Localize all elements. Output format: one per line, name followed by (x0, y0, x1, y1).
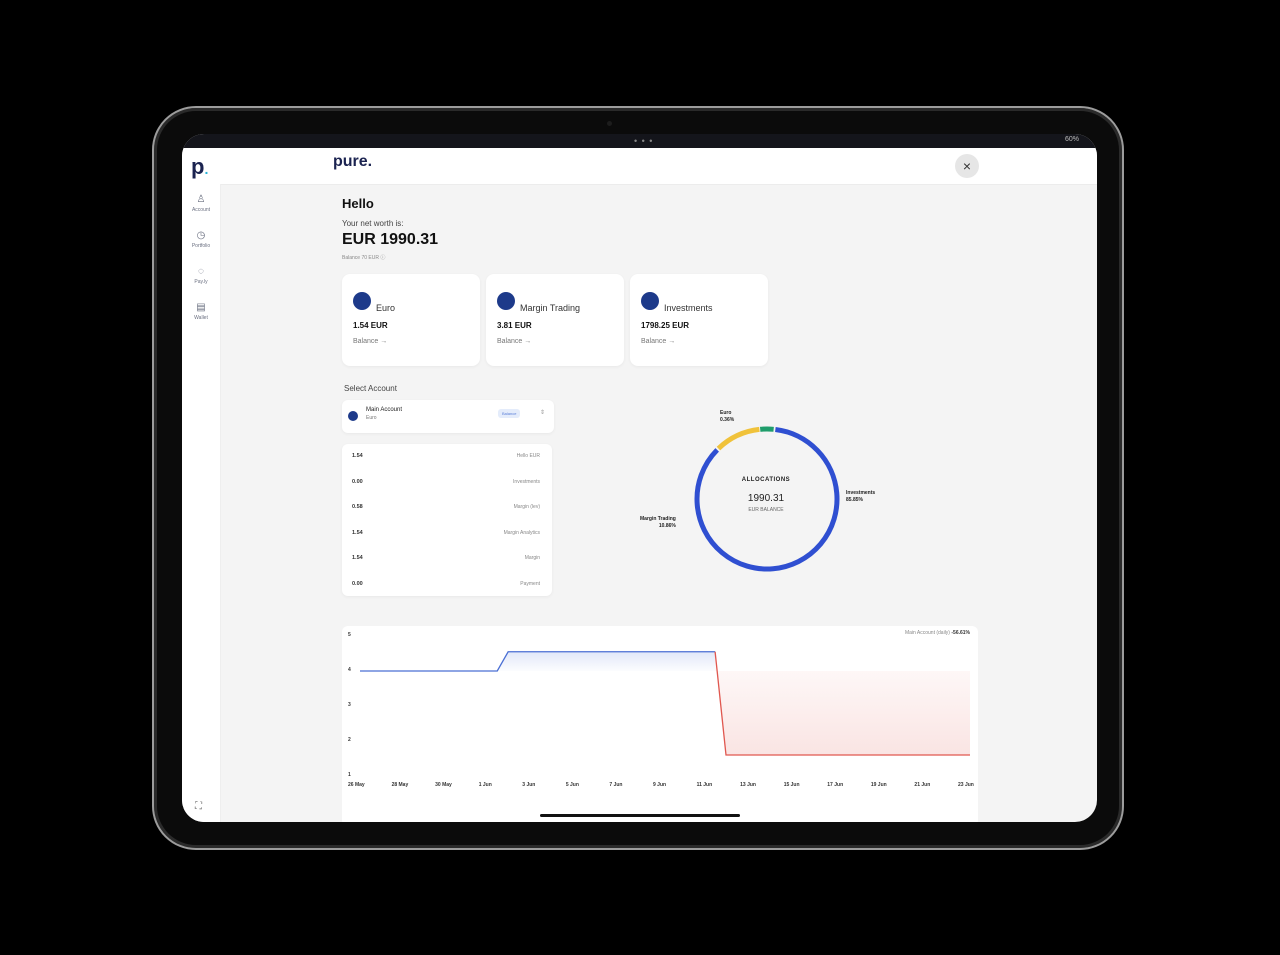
performance-chart: Main Account (daily) -56.61% 54321 26 Ma… (342, 626, 978, 822)
donut-label-euro: Euro 0.36% (720, 410, 734, 424)
chevron-updown-icon: ⇕ (540, 410, 546, 416)
card-title: Investments (664, 303, 713, 313)
list-item-label: Hello EUR (516, 453, 540, 459)
brand-dot: . (204, 161, 209, 177)
sidebar-item-portfolio[interactable]: ◷ Portfolio (182, 230, 220, 249)
home-indicator[interactable] (540, 814, 740, 817)
brand-letter: p (191, 154, 205, 179)
net-worth-label: Your net worth is: (342, 219, 404, 228)
card-amount: 3.81 EUR (497, 321, 532, 330)
list-item-label: Margin (524, 555, 540, 561)
sidebar-item-account[interactable]: ♙ Account (182, 194, 220, 213)
list-item-value: 1.54 (352, 453, 363, 459)
eu-flag-icon (348, 411, 358, 421)
list-item-label: Margin (lev) (513, 504, 540, 510)
eu-flag-icon (353, 292, 371, 310)
loss-area (715, 651, 970, 755)
donut-title: ALLOCATIONS (741, 477, 791, 483)
account-card-investments[interactable]: Investments 1798.25 EUR Balance → (630, 274, 768, 366)
sidebar: ♙ Account ◷ Portfolio ◌ Pay.ly ▤ Wallet … (182, 184, 221, 822)
list-item: 1.54 Hello EUR (342, 453, 552, 478)
account-dropdown[interactable]: Main Account Euro Balance ⇕ (342, 400, 554, 433)
list-item-value: 1.54 (352, 555, 363, 561)
card-amount: 1798.25 EUR (641, 321, 690, 330)
list-item-label: Margin Analytics (503, 530, 540, 536)
sidebar-item-label: Wallet (194, 315, 208, 321)
segment-pct: 0.36% (720, 417, 735, 423)
close-button[interactable]: × (955, 154, 979, 178)
sidebar-item-label: Pay.ly (194, 279, 208, 285)
eu-flag-icon (497, 292, 515, 310)
expand-icon[interactable]: ⛶ (195, 801, 202, 812)
list-item: 1.54 Margin (342, 555, 552, 580)
greeting: Hello (342, 196, 374, 211)
multitask-dots[interactable]: • • • (634, 136, 653, 146)
segment-pct: 10.86% (658, 523, 676, 529)
list-item: 0.58 Margin (lev) (342, 504, 552, 529)
list-item: 1.54 Margin Analytics (342, 530, 552, 555)
donut-subtitle: EUR BALANCE (748, 507, 784, 513)
account-card-margin-trading[interactable]: Margin Trading 3.81 EUR Balance → (486, 274, 624, 366)
segment-pct: 85.85% (846, 497, 863, 503)
wallet-icon: ▤ (196, 302, 206, 313)
user-icon: ♙ (196, 194, 206, 205)
portfolio-icon: ◷ (196, 230, 206, 241)
balance-link[interactable]: Balance → (641, 338, 675, 345)
account-currency: Euro (366, 415, 377, 421)
account-name: Main Account (366, 407, 403, 413)
balance-note: Balance 70 EUR ⓘ (342, 254, 385, 261)
card-title: Euro (376, 303, 396, 313)
select-account-label: Select Account (344, 384, 397, 393)
donut-label-investments: Investments 85.85% (846, 490, 875, 504)
balance-link[interactable]: Balance → (497, 338, 531, 345)
app-logo: pure. (333, 153, 373, 170)
donut-label-margin-trading: Margin Trading 10.86% (640, 516, 676, 530)
brand-mark[interactable]: p. (191, 154, 208, 180)
balance-link[interactable]: Balance → (353, 338, 387, 345)
card-title: Margin Trading (520, 303, 581, 313)
balance-note-text: Balance 70 EUR (342, 255, 379, 261)
battery-indicator: 60% (1064, 136, 1079, 143)
top-bar: p. pure. × (182, 148, 1097, 185)
payments-icon: ◌ (198, 266, 204, 277)
info-icon[interactable]: ⓘ (380, 255, 385, 261)
eu-flag-icon (641, 292, 659, 310)
status-bar: • • • 60% (182, 134, 1097, 148)
list-item-label: Investments (513, 479, 540, 485)
card-amount: 1.54 EUR (353, 321, 388, 330)
line-chart-svg (360, 651, 970, 756)
sidebar-item-label: Portfolio (191, 243, 211, 249)
account-badge: Balance (498, 409, 521, 418)
list-item: 0.00 Investments (342, 479, 552, 504)
list-item-value: 0.00 (352, 581, 363, 587)
list-item-value: 0.00 (352, 479, 363, 485)
list-item: 0.00 Payment (342, 581, 552, 606)
sidebar-item-label: Account (191, 207, 211, 213)
list-item-value: 1.54 (352, 530, 363, 536)
app-screen: • • • 60% p. pure. × ♙ Account ◷ Portfol… (182, 134, 1097, 822)
net-worth-value: EUR 1990.31 (342, 231, 439, 248)
segment-name: Margin Trading (640, 516, 676, 522)
account-card-euro[interactable]: Euro 1.54 EUR Balance → (342, 274, 480, 366)
segment-name: Investments (846, 490, 876, 496)
sidebar-item-wallet[interactable]: ▤ Wallet (182, 302, 220, 321)
camera (607, 121, 612, 126)
donut-value: 1990.31 (747, 493, 785, 504)
segment-name: Euro (720, 410, 732, 416)
account-breakdown-list: 1.54 Hello EUR 0.00 Investments 0.58 Mar… (342, 444, 552, 596)
sidebar-item-payments[interactable]: ◌ Pay.ly (182, 266, 220, 285)
list-item-label: Payment (520, 581, 540, 587)
list-item-value: 0.58 (352, 504, 363, 510)
gain-area (360, 651, 716, 671)
